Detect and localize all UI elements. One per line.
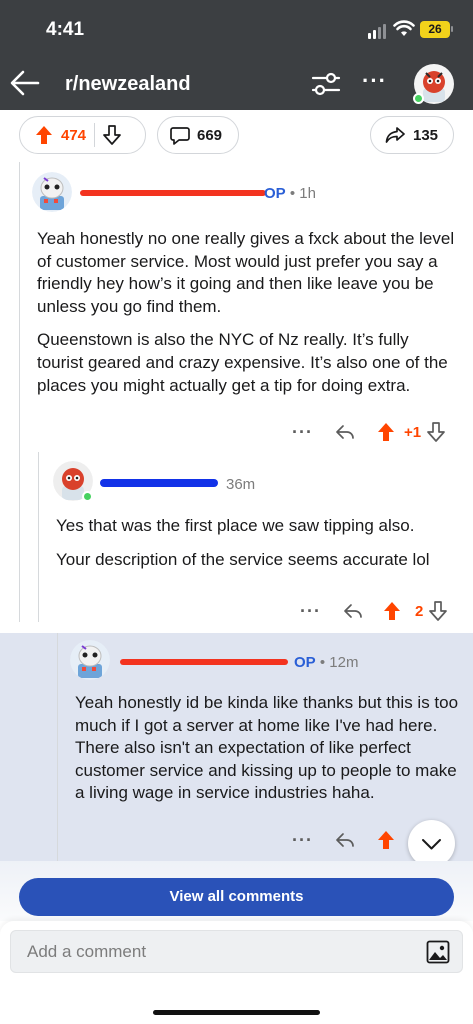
comment-time: 12m <box>329 654 359 671</box>
view-all-comments-button[interactable]: View all comments <box>19 878 454 916</box>
wifi-icon <box>393 20 415 36</box>
signal-icon <box>368 24 386 39</box>
subreddit-title[interactable]: r/newzealand <box>65 73 191 96</box>
downvote-arrow-icon[interactable] <box>427 422 445 442</box>
vote-control: 474 <box>19 116 146 154</box>
comment-paragraph: Yeah honestly id be kinda like thanks bu… <box>75 693 459 803</box>
back-arrow-icon[interactable] <box>8 68 42 98</box>
share-button[interactable]: 135 <box>370 116 454 154</box>
upvote-arrow-icon[interactable] <box>377 422 395 442</box>
comment-meta: OP • 1h <box>264 185 316 202</box>
reply-arrow-icon[interactable] <box>343 603 363 619</box>
downvote-arrow-icon[interactable] <box>103 125 121 145</box>
more-options-icon[interactable]: ··· <box>292 422 313 443</box>
status-time: 4:41 <box>46 19 85 40</box>
avatar[interactable] <box>32 172 72 212</box>
comment-paragraph: Yeah honestly no one really gives a fxck… <box>37 229 455 316</box>
share-arrow-icon <box>385 127 405 143</box>
redacted-username <box>100 479 218 487</box>
thread-line <box>19 162 20 622</box>
post-vote-count: 474 <box>61 126 87 144</box>
image-icon[interactable] <box>426 940 450 964</box>
upvote-arrow-icon[interactable] <box>383 601 401 621</box>
chevron-down-icon <box>422 839 441 850</box>
op-badge: OP <box>264 185 286 202</box>
reply-arrow-icon[interactable] <box>335 424 355 440</box>
comment-body: Yes that was the first place we saw tipp… <box>56 515 456 571</box>
more-options-icon[interactable]: ··· <box>292 830 313 851</box>
comment-score: 2 <box>414 602 424 620</box>
comment-body: Yeah honestly id be kinda like thanks bu… <box>75 692 460 805</box>
upvote-arrow-icon[interactable] <box>377 830 395 850</box>
comment-score: +1 <box>403 423 422 441</box>
comment-paragraph: Queenstown is also the NYC of Nz really.… <box>37 330 448 395</box>
comment-body: Yeah honestly no one really gives a fxck… <box>37 228 457 397</box>
comment-actions: ··· <box>292 827 395 853</box>
upvote-arrow-icon[interactable] <box>35 125 53 145</box>
speech-bubble-icon <box>170 126 190 145</box>
downvote-arrow-icon[interactable] <box>429 601 448 621</box>
comment-actions: ··· 2 <box>300 598 448 624</box>
home-indicator <box>153 1010 320 1015</box>
comments-button[interactable]: 669 <box>157 116 239 154</box>
thread-line <box>57 633 58 861</box>
ellipsis-icon[interactable]: ··· <box>362 70 390 94</box>
reply-arrow-icon[interactable] <box>335 832 355 848</box>
comment-actions: ··· +1 <box>292 419 445 445</box>
comment-paragraph: Yes that was the first place we saw tipp… <box>56 516 415 535</box>
online-status-dot <box>413 93 424 104</box>
redacted-username <box>80 190 266 196</box>
sliders-icon[interactable] <box>310 70 342 98</box>
comment-count: 669 <box>197 126 223 144</box>
battery-indicator: 26 <box>420 21 453 38</box>
comment-meta: OP • 12m <box>294 654 359 671</box>
comment-time: 36m <box>226 476 256 493</box>
op-badge: OP <box>294 654 316 671</box>
comment-paragraph: Your description of the service seems ac… <box>56 549 430 569</box>
thread-line <box>38 452 39 622</box>
avatar[interactable] <box>70 640 110 680</box>
comment-time: 1h <box>299 185 316 202</box>
comment-input[interactable]: Add a comment <box>10 930 463 973</box>
share-count: 135 <box>413 126 439 144</box>
redacted-username <box>120 659 288 665</box>
online-status-dot <box>82 491 93 502</box>
more-options-icon[interactable]: ··· <box>300 601 321 622</box>
scroll-down-button[interactable] <box>408 820 455 867</box>
